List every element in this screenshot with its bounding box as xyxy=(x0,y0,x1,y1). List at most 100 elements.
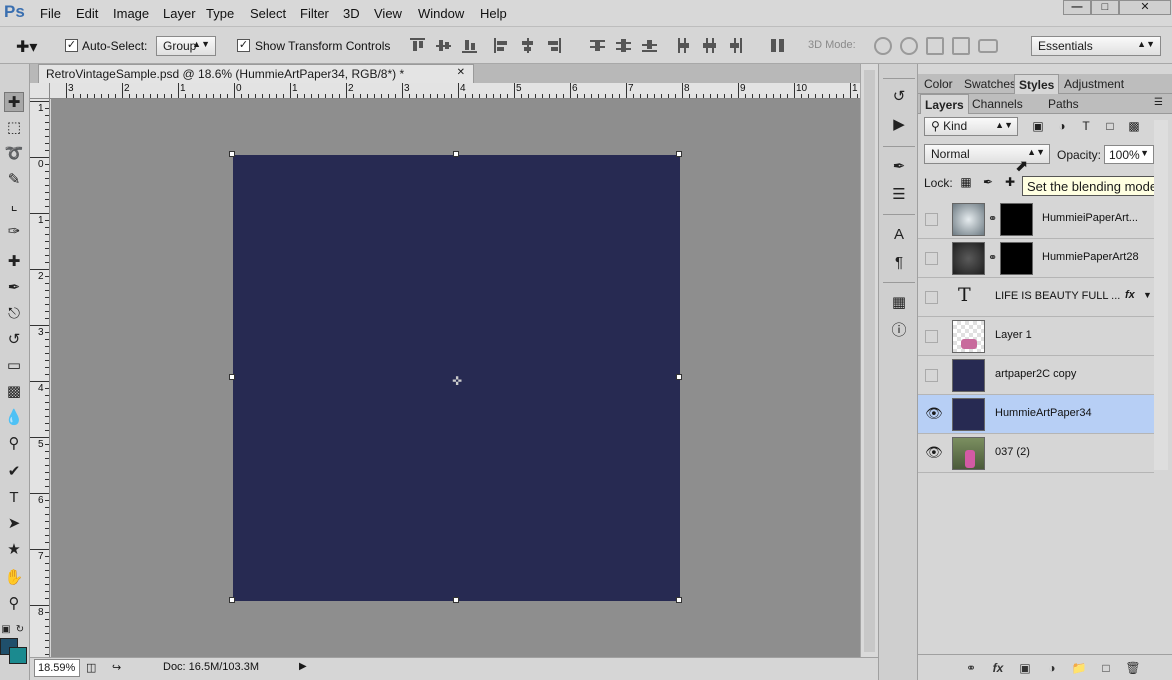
actions-panel-icon[interactable]: ▶ xyxy=(888,114,910,136)
distribute-bottom-icon[interactable] xyxy=(642,38,657,53)
swap-colors-icon[interactable]: ↻ xyxy=(14,620,26,640)
chevron-down-icon[interactable]: ▼ xyxy=(1140,148,1149,158)
menu-edit[interactable]: Edit xyxy=(76,6,98,21)
menu-layer[interactable]: Layer xyxy=(163,6,196,21)
show-transform-checkbox[interactable]: ✓ xyxy=(237,39,250,52)
eraser-icon[interactable]: ▭ xyxy=(4,356,24,376)
move-tool-preset-icon[interactable]: ✚▾ xyxy=(16,37,37,57)
horizontal-ruler[interactable]: 3 2 1 0 1 2 3 4 5 6 7 8 9 10 1 xyxy=(50,83,860,99)
auto-select-checkbox[interactable]: ✓ xyxy=(65,39,78,52)
menu-file[interactable]: File xyxy=(40,6,61,21)
info-panel-icon[interactable]: ⓘ xyxy=(888,320,910,342)
3d-slide-icon[interactable] xyxy=(952,37,970,55)
visibility-toggle[interactable] xyxy=(925,252,938,265)
menu-view[interactable]: View xyxy=(374,6,402,21)
brush-presets-icon[interactable]: ✒ xyxy=(888,156,910,178)
stamp-icon[interactable]: ⎋ xyxy=(4,304,24,324)
layer-thumbnail[interactable] xyxy=(952,359,985,392)
share-icon[interactable]: ↪ xyxy=(112,661,121,674)
pen-icon[interactable]: ✔ xyxy=(4,462,24,482)
minimize-button[interactable]: — xyxy=(1063,0,1091,15)
workspace-dropdown[interactable]: Essentials ▲▼ xyxy=(1031,36,1161,56)
filter-smart-object-icon[interactable]: ▩ xyxy=(1127,119,1141,133)
link-layers-icon[interactable]: ⚭ xyxy=(963,660,979,676)
type-icon[interactable]: T xyxy=(4,488,24,508)
default-colors-icon[interactable]: ▣ xyxy=(0,620,12,640)
status-menu-arrow-icon[interactable]: ▶ xyxy=(299,661,307,672)
crop-icon[interactable]: ⌞ xyxy=(4,196,24,216)
visibility-toggle[interactable] xyxy=(925,369,938,382)
blend-mode-dropdown[interactable]: Normal ▲▼ xyxy=(924,144,1050,164)
layer-row[interactable]: ⚭ HummiePaperArt28 xyxy=(918,239,1154,278)
3d-roll-icon[interactable] xyxy=(900,37,918,55)
tab-styles[interactable]: Styles xyxy=(1014,74,1060,94)
vertical-scrollbar[interactable] xyxy=(860,64,878,657)
layer-thumbnail[interactable] xyxy=(952,398,985,431)
status-icon[interactable]: ◫ xyxy=(86,661,96,674)
3d-pan-icon[interactable] xyxy=(926,37,944,55)
lasso-icon[interactable]: ➰ xyxy=(4,144,24,164)
transform-handle-br[interactable] xyxy=(676,597,682,603)
brush-icon[interactable]: ✒ xyxy=(4,278,24,298)
align-vcenter-icon[interactable] xyxy=(436,38,451,53)
lock-position-icon[interactable]: ✚ xyxy=(1003,175,1017,189)
layer-mask-thumbnail[interactable] xyxy=(1000,203,1033,236)
transform-handle-t[interactable] xyxy=(453,151,459,157)
healing-icon[interactable]: ✚ xyxy=(4,252,24,272)
eyedropper-icon[interactable]: ✑ xyxy=(4,222,24,242)
background-color-swatch[interactable] xyxy=(9,647,27,664)
add-mask-icon[interactable]: ▣ xyxy=(1017,660,1033,676)
zoom-icon[interactable]: ⚲ xyxy=(4,594,24,614)
transform-handle-bl[interactable] xyxy=(229,597,235,603)
layer-comps-icon[interactable]: ▦ xyxy=(888,292,910,314)
adjustment-layer-icon[interactable]: ◑ xyxy=(1044,660,1060,676)
move-icon[interactable]: ✚ xyxy=(4,92,24,112)
layer-thumbnail[interactable] xyxy=(952,242,985,275)
filter-type-icon[interactable]: T xyxy=(1079,119,1093,133)
paragraph-panel-icon[interactable]: ¶ xyxy=(888,252,910,274)
close-tab-icon[interactable]: ✕ xyxy=(457,67,465,78)
panel-menu-icon[interactable]: ☰ xyxy=(1150,94,1167,114)
menu-type[interactable]: Type xyxy=(206,6,234,21)
auto-select-dropdown[interactable]: Group ▲▼ xyxy=(156,36,216,56)
quick-select-icon[interactable]: ✎ xyxy=(4,170,24,190)
eye-icon[interactable]: 👁 xyxy=(925,406,943,421)
new-group-icon[interactable]: 📁 xyxy=(1071,660,1087,676)
scrollbar-track[interactable] xyxy=(864,70,875,652)
dodge-icon[interactable]: ⚲ xyxy=(4,434,24,454)
layer-thumbnail[interactable] xyxy=(952,437,985,470)
tab-adjustments[interactable]: Adjustment xyxy=(1060,74,1128,94)
distribute-right-icon[interactable] xyxy=(728,38,743,53)
menu-help[interactable]: Help xyxy=(480,6,507,21)
close-button[interactable]: ✕ xyxy=(1119,0,1171,15)
align-bottom-icon[interactable] xyxy=(462,38,477,53)
blur-icon[interactable]: 💧 xyxy=(4,408,24,428)
distribute-left-icon[interactable] xyxy=(676,38,691,53)
tab-swatches[interactable]: Swatches xyxy=(960,74,1020,94)
document-canvas[interactable]: ✜ xyxy=(229,151,682,603)
transform-handle-tr[interactable] xyxy=(676,151,682,157)
menu-3d[interactable]: 3D xyxy=(343,6,360,21)
visibility-toggle[interactable] xyxy=(925,291,938,304)
menu-filter[interactable]: Filter xyxy=(300,6,329,21)
transform-handle-l[interactable] xyxy=(229,374,235,380)
vertical-ruler[interactable]: 1 0 1 2 3 4 5 6 7 8 xyxy=(30,99,50,657)
layer-row[interactable]: Layer 1 xyxy=(918,317,1154,356)
distribute-hcenter-icon[interactable] xyxy=(702,38,717,53)
lock-image-icon[interactable]: ✒ xyxy=(981,175,995,189)
lock-transparent-icon[interactable]: ▦ xyxy=(959,175,973,189)
zoom-level-field[interactable]: 18.59% xyxy=(34,659,80,677)
ruler-origin[interactable] xyxy=(30,83,50,99)
distribute-top-icon[interactable] xyxy=(590,38,605,53)
visibility-toggle[interactable] xyxy=(925,213,938,226)
tab-layers[interactable]: Layers xyxy=(920,94,969,114)
shape-icon[interactable]: ★ xyxy=(4,540,24,560)
properties-panel-icon[interactable]: ☰ xyxy=(888,184,910,206)
3d-rotate-icon[interactable] xyxy=(874,37,892,55)
layer-thumbnail[interactable] xyxy=(952,203,985,236)
layer-row[interactable]: artpaper2C copy xyxy=(918,356,1154,395)
menu-select[interactable]: Select xyxy=(250,6,286,21)
filter-adjustment-icon[interactable]: ◑ xyxy=(1055,119,1069,133)
align-top-icon[interactable] xyxy=(410,38,425,53)
link-chain-icon[interactable]: ⚭ xyxy=(988,251,997,264)
